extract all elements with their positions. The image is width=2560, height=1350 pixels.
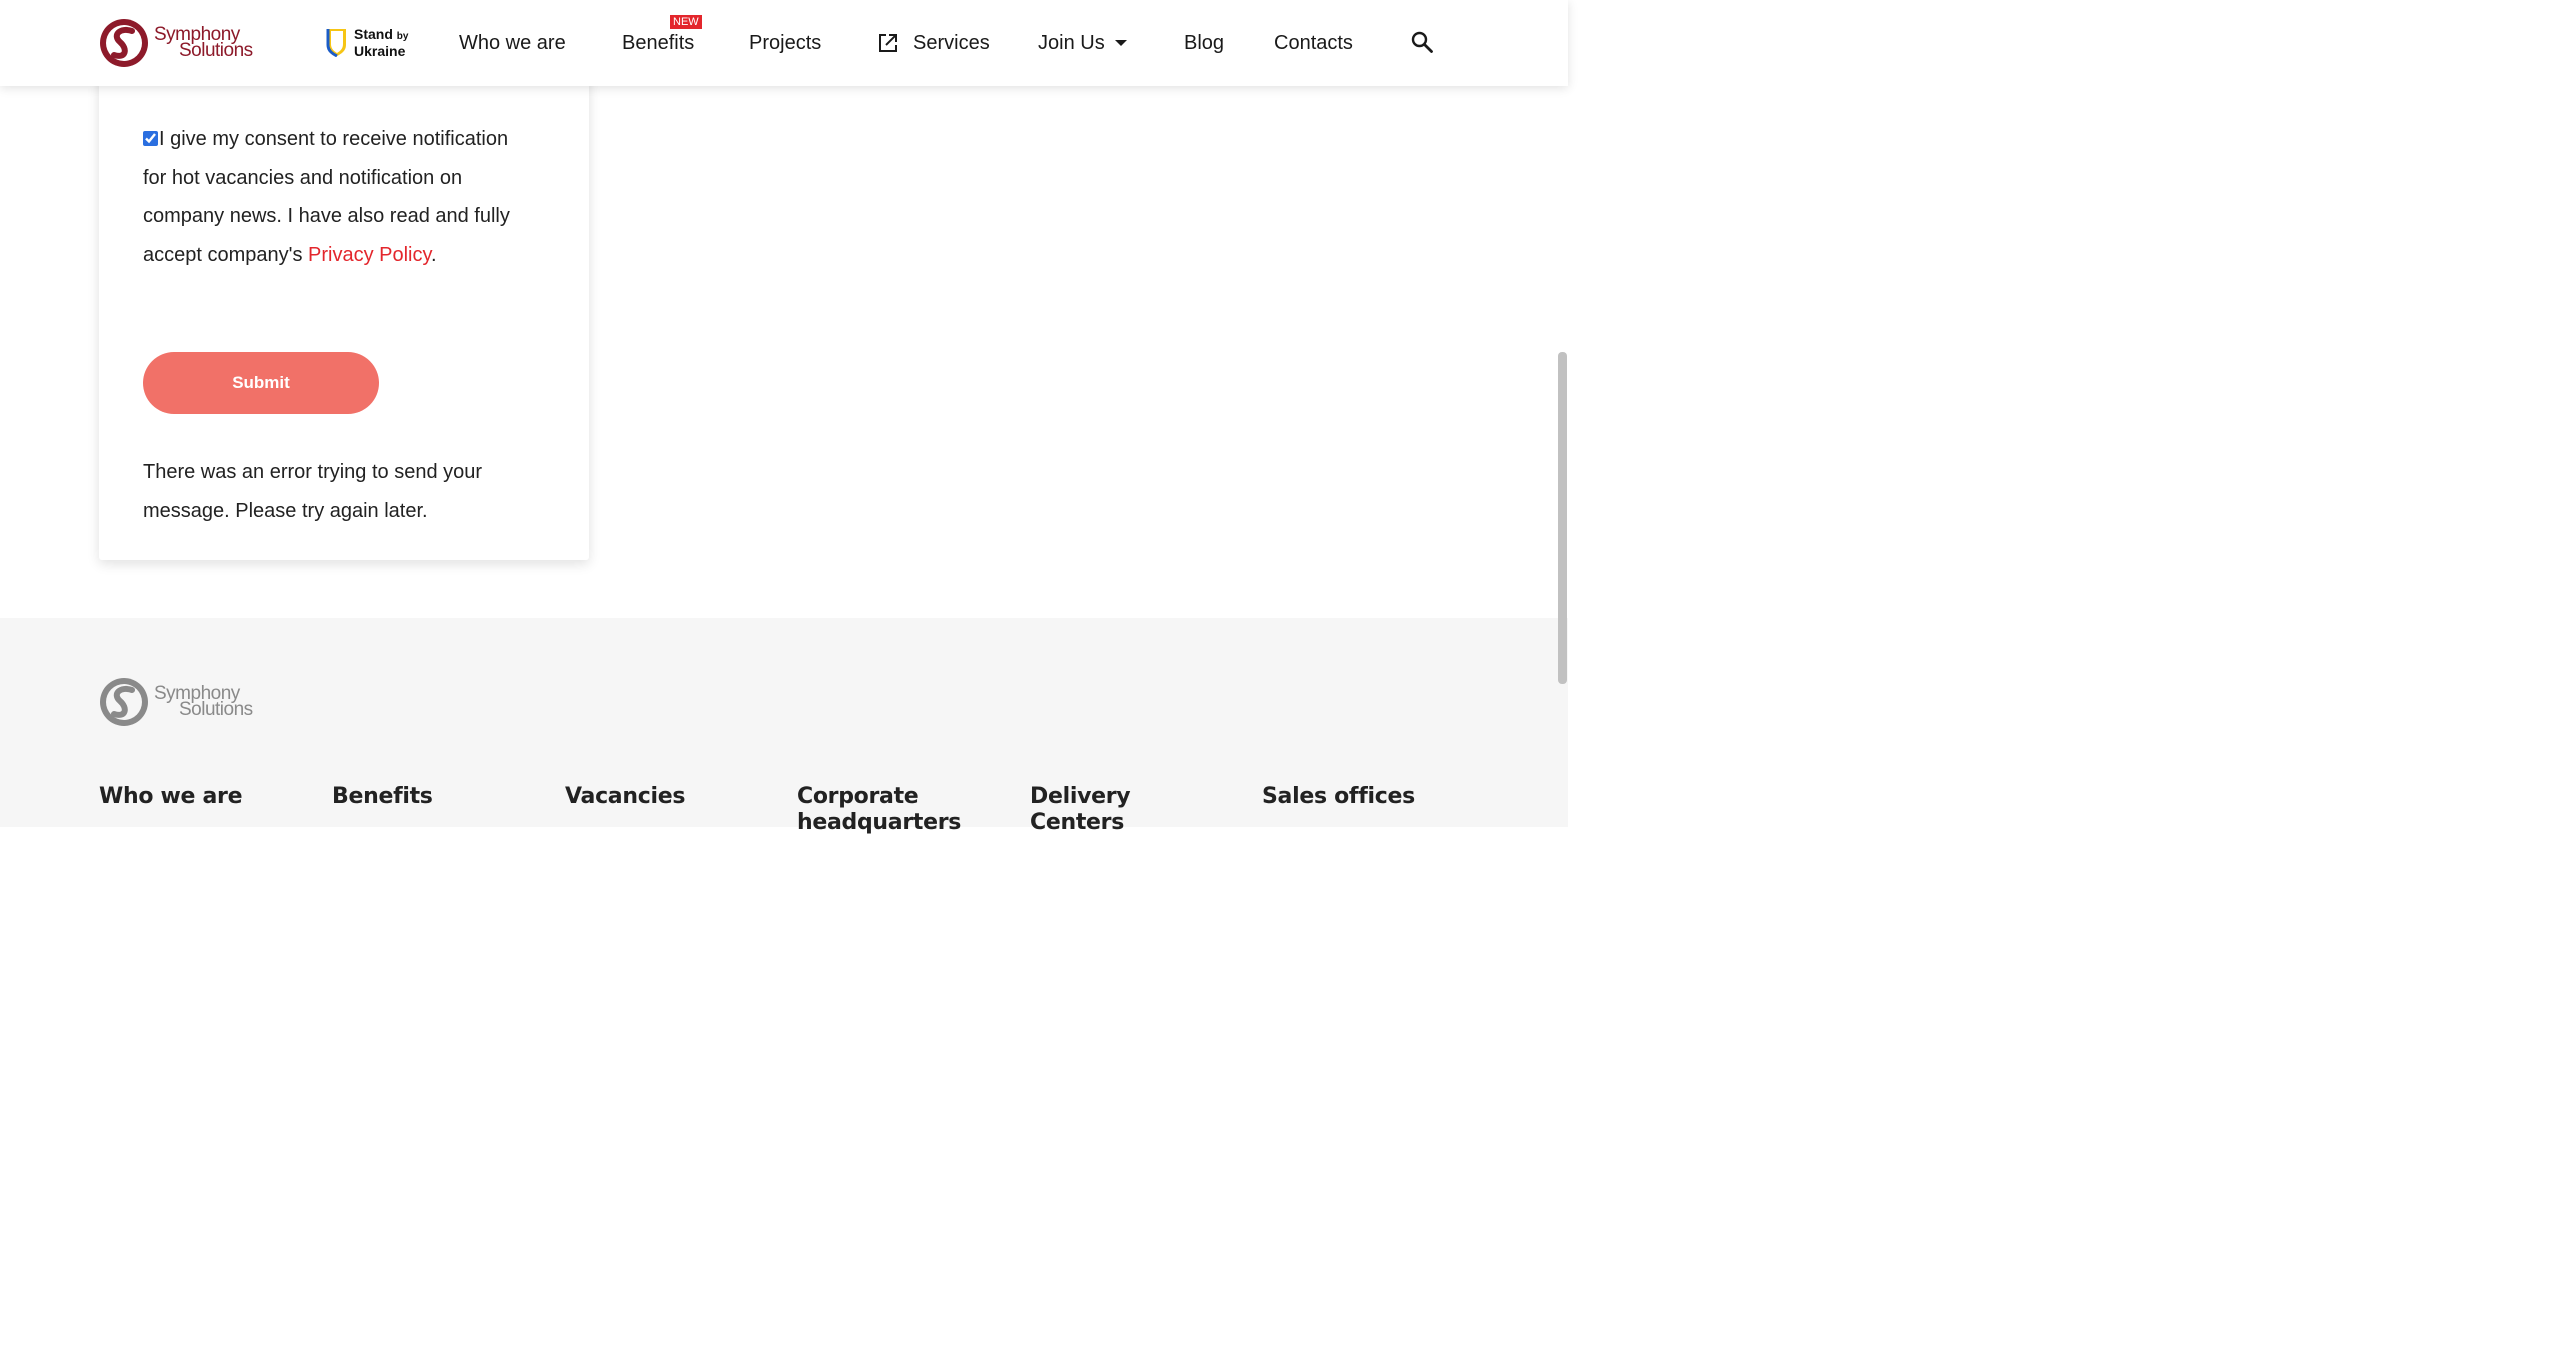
form-error-message: There was an error trying to send your m… (143, 461, 483, 522)
caret-down-icon (1114, 40, 1127, 46)
footer-heading-vacancies[interactable]: Vacancies (565, 784, 745, 810)
consent-checkbox[interactable] (143, 131, 158, 146)
nav-services-label: Services (913, 32, 990, 54)
nav-join-us-label: Join Us (1038, 32, 1105, 54)
footer-heading-who-we-are[interactable]: Who we are (99, 784, 279, 810)
nav-services[interactable]: Services (876, 28, 990, 58)
consent-end: . (431, 243, 437, 266)
nav-who-we-are[interactable]: Who we are (459, 28, 566, 58)
logo-line-2: Solutions (179, 40, 253, 61)
search-button[interactable] (1410, 30, 1434, 54)
stand-by-ukraine-text: Stand by Ukraine (354, 27, 408, 58)
site-header: Symphony Solutions Stand by Ukraine Who … (0, 0, 1568, 86)
footer-logo-icon (100, 678, 148, 726)
new-badge: NEW (670, 15, 702, 29)
footer-logo[interactable]: Symphony Solutions (98, 676, 258, 728)
submit-button[interactable]: Submit (143, 352, 379, 414)
footer-heading-benefits[interactable]: Benefits (332, 784, 512, 810)
footer-logo-line-2: Solutions (179, 699, 253, 720)
nav-join-us[interactable]: Join Us (1038, 28, 1128, 58)
symphony-logo[interactable]: Symphony Solutions (98, 17, 258, 69)
consent-block: I give my consent to receive notificatio… (143, 120, 533, 274)
ukraine-shield-icon (326, 29, 346, 57)
external-link-icon (879, 34, 897, 52)
search-icon (1411, 31, 1433, 53)
nav-contacts[interactable]: Contacts (1274, 28, 1353, 58)
stand-label: Stand (354, 25, 393, 42)
logo-wordmark: Symphony Solutions (154, 25, 253, 61)
ukraine-label: Ukraine (354, 42, 406, 59)
footer-heading-delivery-centers[interactable]: Delivery Centers (1030, 784, 1210, 836)
footer-heading-corporate-headquarters[interactable]: Corporate headquarters (797, 784, 977, 836)
symphony-logo-icon (100, 19, 148, 67)
stand-by-label: by (396, 30, 409, 42)
privacy-policy-link[interactable]: Privacy Policy (308, 244, 431, 266)
nav-blog[interactable]: Blog (1184, 28, 1224, 58)
stand-by-ukraine-badge[interactable]: Stand by Ukraine (326, 26, 416, 58)
nav-projects[interactable]: Projects (749, 28, 821, 58)
nav-benefits[interactable]: Benefits (622, 28, 694, 58)
footer-heading-sales-offices[interactable]: Sales offices (1262, 784, 1442, 810)
page-scrollbar-thumb[interactable] (1558, 352, 1567, 684)
footer-logo-wordmark: Symphony Solutions (154, 684, 253, 720)
